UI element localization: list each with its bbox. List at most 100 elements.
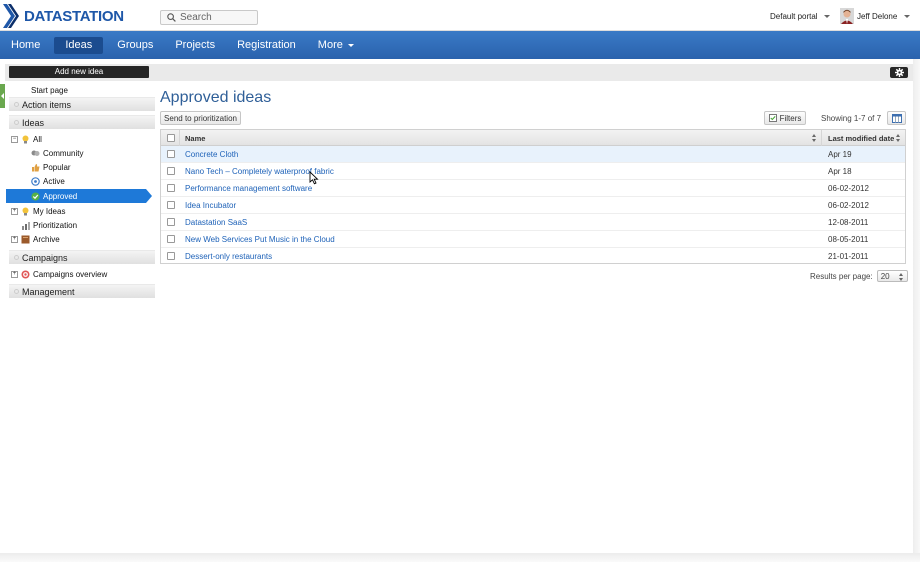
nav-groups-label: Groups [117,39,154,51]
sidebar-item-all[interactable]: − All [11,132,42,146]
results-per-page-select[interactable]: 20 [876,270,908,282]
sidebar-item-all-label: All [33,134,42,144]
section-management[interactable]: Management [9,284,155,298]
row-checkbox[interactable] [167,252,175,260]
sidebar-item-my-ideas[interactable]: + My Ideas [11,204,65,218]
results-count: Showing 1-7 of 7 [821,114,882,123]
column-name-label: Name [185,133,206,143]
modified-date: 06-02-2012 [828,200,869,210]
thumbs-up-icon [32,163,40,171]
table-row[interactable]: Nano Tech – Completely waterproof fabric… [161,163,905,180]
sidebar-item-campaigns-overview[interactable]: + Campaigns overview [11,267,107,281]
add-new-idea-button[interactable]: Add new idea [9,66,149,78]
page-shadow-right [913,59,920,562]
modified-date: 21-01-2011 [828,252,869,261]
send-to-prioritization-button[interactable]: Send to prioritization [160,111,241,125]
row-checkbox[interactable] [167,150,175,158]
sidebar-item-approved[interactable]: Approved [31,189,77,203]
nav-projects-label: Projects [175,39,216,51]
sidebar-item-archive-label: Archive [33,234,60,244]
column-date-label: Last modified date [828,133,895,143]
chevron-down-icon [823,15,830,18]
column-header-date[interactable]: Last modified date [821,130,905,146]
table-row[interactable]: Datastation SaaS 12-08-2011 [161,214,905,231]
sidebar-item-archive[interactable]: + Archive [11,232,60,246]
section-action-items[interactable]: Action items [9,97,155,111]
modified-date: 06-02-2012 [828,183,869,193]
checkmark-icon [31,192,40,200]
sidebar-item-prioritization[interactable]: Prioritization [21,218,77,232]
sidebar: Start page Action items Ideas − All Comm… [5,81,155,553]
page-shadow-bottom [0,553,920,562]
idea-link[interactable]: Dessert-only restaurants [185,252,272,261]
nav-registration-label: Registration [237,39,296,51]
nav-home-label: Home [11,39,41,51]
select-all-cell [167,130,175,146]
select-all-checkbox[interactable] [167,134,175,142]
settings-button[interactable] [890,67,908,78]
section-bullet-icon [14,120,19,125]
gear-icon [894,68,904,77]
section-ideas[interactable]: Ideas [9,115,155,129]
filters-label: Filters [779,113,802,123]
search-input[interactable] [180,12,254,23]
calendar-icon [891,113,902,123]
section-bullet-icon [14,102,19,107]
nav-home[interactable]: Home [0,31,51,59]
sidebar-item-community-label: Community [43,148,84,158]
table-row[interactable]: Idea Incubator 06-02-2012 [161,197,905,214]
filter-icon [768,114,777,122]
portal-selector[interactable]: Default portal [770,12,830,21]
row-checkbox[interactable] [167,218,175,226]
idea-link[interactable]: New Web Services Put Music in the Cloud [185,235,335,244]
collapse-icon[interactable]: − [11,135,18,143]
nav-registration[interactable]: Registration [226,31,307,59]
filters-button[interactable]: Filters [764,111,806,125]
expand-icon[interactable]: + [11,207,18,215]
table-row[interactable]: Dessert-only restaurants 21-01-2011 [161,248,905,265]
table-row[interactable]: Concrete Cloth Apr 19 [161,146,905,163]
idea-link[interactable]: Concrete Cloth [185,150,238,159]
section-action-items-label: Action items [22,99,72,110]
lightbulb-icon [22,135,29,143]
nav-ideas[interactable]: Ideas [54,36,104,54]
row-checkbox[interactable] [167,167,175,175]
section-campaigns[interactable]: Campaigns [9,250,155,264]
results-per-page-label: Results per page: [810,271,873,281]
modified-date: 12-08-2011 [828,217,869,227]
mouse-cursor-icon [309,171,319,185]
community-icon [31,150,40,156]
search-box[interactable] [160,10,258,25]
expand-icon[interactable]: + [11,235,18,243]
start-page-label: Start page [31,85,68,95]
modified-date: 08-05-2011 [828,234,869,244]
row-checkbox[interactable] [167,235,175,243]
sidebar-item-community[interactable]: Community [31,146,83,160]
logo[interactable]: DATASTATION [2,3,132,29]
target-icon [21,270,30,278]
table-row[interactable]: New Web Services Put Music in the Cloud … [161,231,905,248]
sidebar-item-prioritization-label: Prioritization [33,220,78,230]
idea-link[interactable]: Datastation SaaS [185,218,247,227]
nav-groups[interactable]: Groups [106,31,164,59]
table-row[interactable]: Performance management software 06-02-20… [161,180,905,197]
spinner-icon [898,273,904,281]
page-title: Approved ideas [160,89,272,106]
calendar-view-button[interactable] [887,111,906,125]
idea-link[interactable]: Performance management software [185,184,312,193]
column-header-name[interactable]: Name [179,130,821,146]
expand-icon[interactable]: + [11,270,18,278]
row-checkbox[interactable] [167,184,175,192]
sidebar-item-popular[interactable]: Popular [31,160,71,174]
idea-link[interactable]: Idea Incubator [185,201,236,210]
sidebar-item-active[interactable]: Active [31,174,65,188]
sidebar-item-start-page[interactable]: Start page [31,83,68,97]
row-checkbox[interactable] [167,201,175,209]
nav-more[interactable]: More [307,31,365,59]
nav-ideas-label: Ideas [65,39,93,51]
user-menu[interactable]: Jeff Delone [840,8,911,24]
nav-projects[interactable]: Projects [164,31,226,59]
datastation-logo-icon [3,4,19,28]
sidebar-item-active-label: Active [43,176,65,186]
ideas-table: Name Last modified date Concrete Cloth A… [160,129,906,264]
